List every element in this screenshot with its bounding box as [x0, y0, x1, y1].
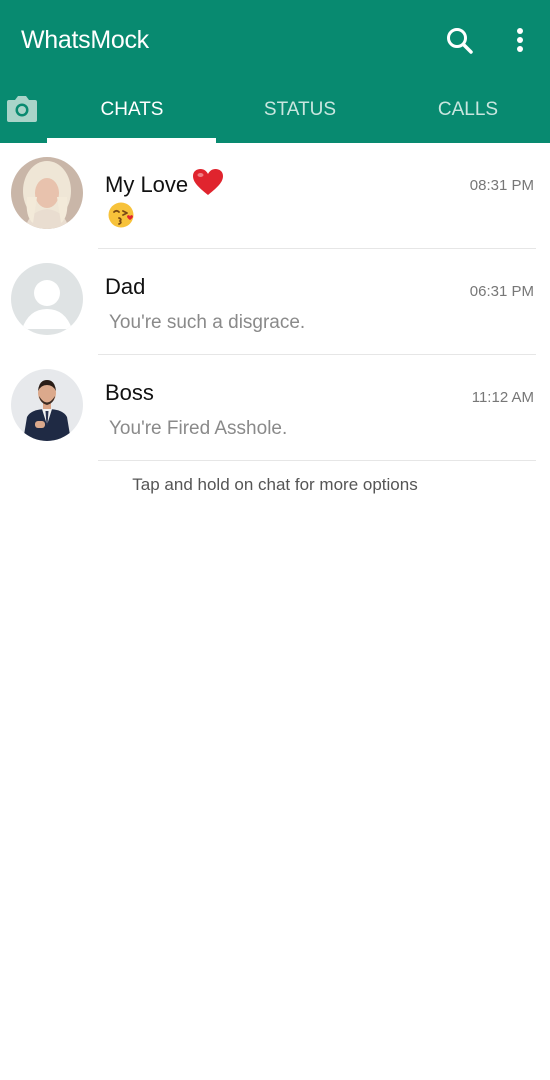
chat-time: 06:31 PM [469, 283, 534, 300]
chat-name: Boss [105, 380, 154, 405]
avatar-photo [11, 369, 83, 441]
app-bar: WhatsMock CHATS STATUS CALLS [0, 0, 550, 143]
tab-status[interactable]: STATUS [216, 99, 384, 121]
tab-chats[interactable]: CHATS [48, 99, 216, 121]
search-icon [447, 28, 473, 54]
chat-row-my-love[interactable]: My Love 08:31 PM [0, 143, 550, 249]
default-avatar-icon [11, 263, 83, 335]
avatar[interactable] [11, 369, 83, 441]
avatar-photo [11, 157, 83, 229]
more-vertical-icon [517, 28, 523, 52]
app-title: WhatsMock [21, 26, 149, 54]
more-options-button[interactable] [505, 24, 535, 58]
divider [98, 460, 536, 461]
chat-options-hint: Tap and hold on chat for more options [132, 475, 418, 494]
avatar[interactable] [11, 263, 83, 335]
chat-row-dad[interactable]: Dad 06:31 PM You're such a disgrace. [0, 249, 550, 355]
heart-icon [193, 169, 224, 195]
chat-preview: You're such a disgrace. [109, 312, 306, 333]
search-button[interactable] [443, 24, 477, 58]
chat-time: 11:12 AM [471, 389, 534, 406]
chat-name-text: My Love [105, 172, 189, 197]
tab-calls[interactable]: CALLS [384, 99, 550, 121]
chat-time: 08:31 PM [469, 177, 534, 194]
camera-tab[interactable] [4, 93, 40, 127]
chat-name: Dad [105, 274, 146, 299]
camera-icon [7, 96, 37, 122]
chat-row-boss[interactable]: Boss 11:12 AM You're Fired Asshole. [0, 355, 550, 461]
chat-preview: You're Fired Asshole. [109, 418, 288, 439]
avatar[interactable] [11, 157, 83, 229]
chat-name: My Love [105, 168, 224, 198]
kiss-icon [108, 202, 134, 228]
